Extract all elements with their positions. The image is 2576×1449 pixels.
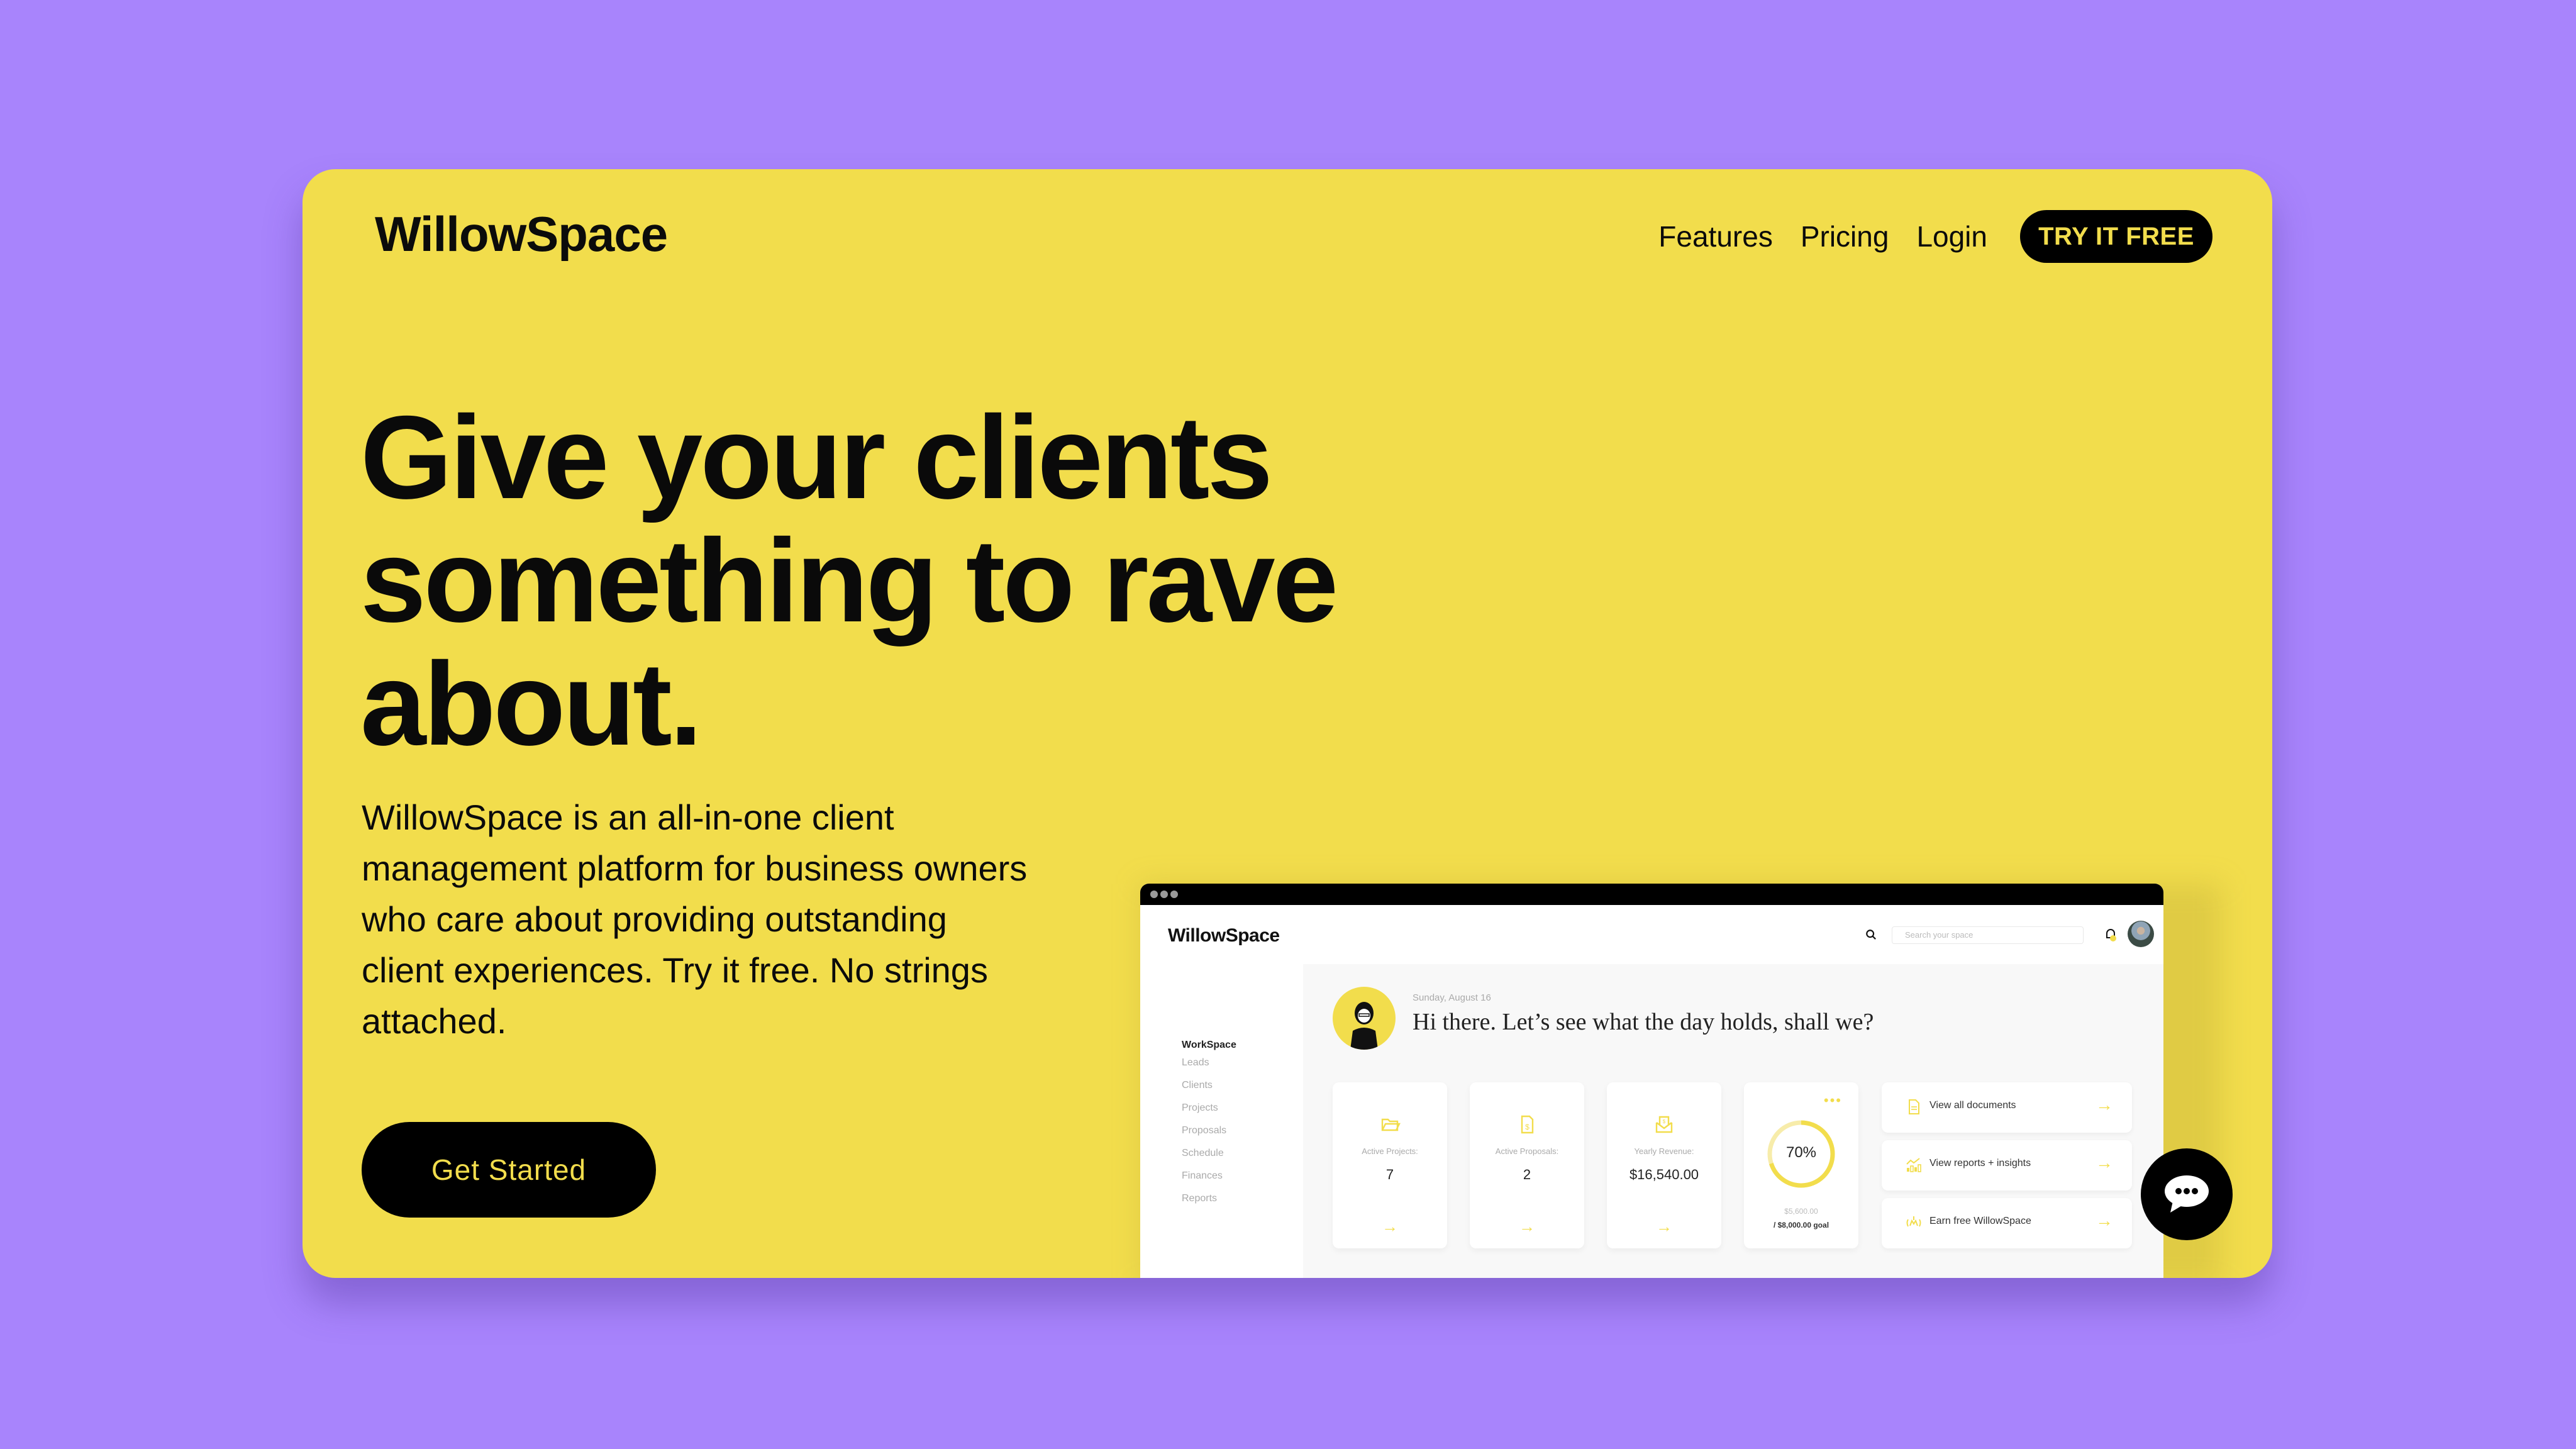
sidebar-item-finances: Finances bbox=[1182, 1170, 1223, 1181]
invoice-icon: $ bbox=[1521, 1115, 1534, 1134]
search-icon bbox=[1866, 930, 1876, 940]
stat-value: $16,540.00 bbox=[1629, 1167, 1699, 1182]
svg-text:$: $ bbox=[1663, 1119, 1666, 1124]
sidebar-section-workspace: WorkSpace bbox=[1182, 1040, 1236, 1050]
arrow-right-icon: → bbox=[1382, 1217, 1398, 1236]
mockup-search-input: Search your space bbox=[1892, 926, 2084, 944]
headline-line-2: something to rave bbox=[360, 514, 1338, 647]
stat-card-proposals: $ Active Proposals: 2 → bbox=[1470, 1082, 1584, 1248]
window-dot-icon bbox=[1170, 891, 1178, 898]
stat-label: Yearly Revenue: bbox=[1634, 1146, 1694, 1156]
gift-icon bbox=[1906, 1216, 1921, 1227]
sidebar-item-projects: Projects bbox=[1182, 1102, 1218, 1113]
hero-card: WillowSpace Features Pricing Login TRY I… bbox=[303, 169, 2272, 1278]
user-avatar bbox=[2128, 921, 2154, 947]
mockup-main: Sunday, August 16 Hi there. Let’s see wh… bbox=[1303, 964, 2163, 1278]
goal-card: ••• 70% $5,600.00 / $8,000.00 goal bbox=[1744, 1082, 1858, 1248]
arrow-right-icon: → bbox=[2096, 1095, 2113, 1114]
arrow-right-icon: → bbox=[2096, 1153, 2113, 1172]
arrow-right-icon: → bbox=[1656, 1217, 1672, 1236]
sidebar-item-leads: Leads bbox=[1182, 1057, 1209, 1068]
sidebar-item-clients: Clients bbox=[1182, 1080, 1213, 1091]
greeting-illustration bbox=[1333, 987, 1396, 1050]
stat-value: 7 bbox=[1385, 1167, 1394, 1182]
nav-login[interactable]: Login bbox=[1916, 219, 1987, 253]
arrow-right-icon: → bbox=[1519, 1217, 1535, 1236]
chat-widget-button[interactable] bbox=[2141, 1148, 2233, 1240]
window-dot-icon bbox=[1150, 891, 1158, 898]
nav-features[interactable]: Features bbox=[1658, 219, 1773, 253]
stat-card-projects: Active Projects: 7 → bbox=[1333, 1082, 1447, 1248]
chart-icon bbox=[1906, 1158, 1921, 1172]
window-titlebar bbox=[1140, 884, 2163, 905]
dashboard-mockup: WillowSpace Search your space WorkSpace … bbox=[1140, 884, 2163, 1278]
window-dot-icon bbox=[1160, 891, 1168, 898]
link-view-documents[interactable]: View all documents → bbox=[1882, 1082, 2132, 1133]
get-started-button[interactable]: Get Started bbox=[362, 1122, 656, 1218]
nav-pricing[interactable]: Pricing bbox=[1801, 219, 1889, 253]
link-earn-free[interactable]: Earn free WillowSpace → bbox=[1882, 1198, 2132, 1248]
folder-icon bbox=[1381, 1118, 1401, 1131]
link-label: View all documents bbox=[1929, 1100, 2016, 1111]
chat-bubble-icon bbox=[2165, 1175, 2209, 1213]
stat-label: Active Projects: bbox=[1362, 1146, 1418, 1156]
greeting-date: Sunday, August 16 bbox=[1413, 992, 1491, 1003]
mockup-sidebar: WorkSpace Leads Clients Projects Proposa… bbox=[1140, 964, 1303, 1278]
revenue-envelope-icon: $ bbox=[1655, 1116, 1673, 1133]
top-nav: Features Pricing Login TRY IT FREE bbox=[1658, 210, 2212, 263]
link-view-reports[interactable]: View reports + insights → bbox=[1882, 1140, 2132, 1191]
stat-label: Active Proposals: bbox=[1495, 1146, 1559, 1156]
sidebar-item-reports: Reports bbox=[1182, 1193, 1218, 1204]
goal-target: / $8,000.00 goal bbox=[1773, 1221, 1829, 1230]
goal-current: $5,600.00 bbox=[1784, 1207, 1818, 1216]
try-it-free-button[interactable]: TRY IT FREE bbox=[2020, 210, 2212, 263]
bell-icon bbox=[2106, 929, 2116, 941]
svg-text:$: $ bbox=[1525, 1123, 1530, 1131]
more-options-icon[interactable]: ••• bbox=[1824, 1092, 1842, 1109]
stat-value: 2 bbox=[1523, 1167, 1531, 1182]
link-label: View reports + insights bbox=[1929, 1158, 2031, 1169]
sidebar-item-schedule: Schedule bbox=[1182, 1148, 1224, 1158]
mockup-logo: WillowSpace bbox=[1168, 925, 1280, 946]
sidebar-item-proposals: Proposals bbox=[1182, 1125, 1227, 1136]
greeting-message: Hi there. Let’s see what the day holds, … bbox=[1413, 1009, 1874, 1035]
mockup-header: WillowSpace Search your space bbox=[1140, 905, 2163, 964]
goal-percent: 70% bbox=[1785, 1144, 1817, 1161]
stat-card-revenue: $ Yearly Revenue: $16,540.00 → bbox=[1607, 1082, 1721, 1248]
headline-line-3: about. bbox=[360, 638, 702, 770]
person-illustration-icon bbox=[1350, 1002, 1378, 1050]
brand-logo[interactable]: WillowSpace bbox=[375, 206, 668, 263]
hero-headline: Give your clients something to rave abou… bbox=[360, 396, 1492, 765]
hero-description: WillowSpace is an all-in-one client mana… bbox=[362, 797, 1028, 1041]
link-label: Earn free WillowSpace bbox=[1929, 1216, 2031, 1226]
document-icon bbox=[1909, 1099, 1919, 1114]
arrow-right-icon: → bbox=[2096, 1211, 2113, 1230]
headline-line-1: Give your clients bbox=[360, 391, 1273, 523]
